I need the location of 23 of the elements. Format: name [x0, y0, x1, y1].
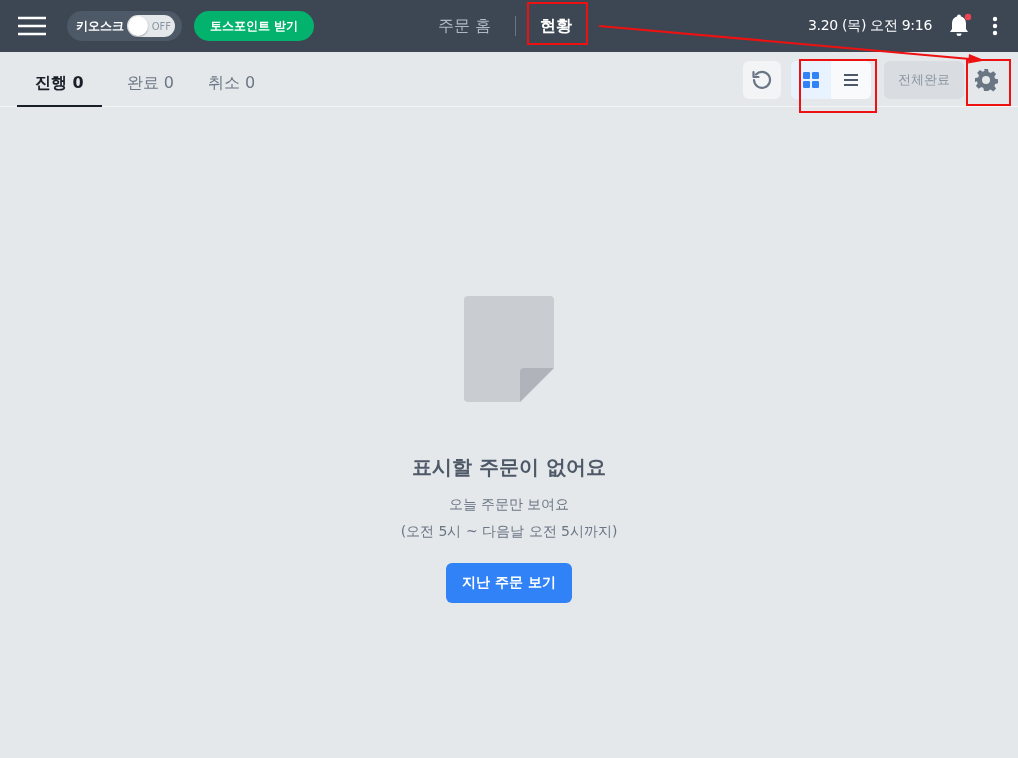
list-icon	[843, 73, 859, 87]
past-orders-button[interactable]: 지난 주문 보기	[446, 563, 572, 603]
toss-points-button[interactable]: 토스포인트 받기	[194, 11, 315, 41]
status-tab[interactable]: 진행 0	[17, 61, 102, 107]
list-view-button[interactable]	[831, 61, 871, 99]
status-tab[interactable]: 완료 0	[117, 61, 183, 107]
empty-description: (오전 5시 ~ 다음날 오전 5시까지)	[400, 522, 618, 541]
settings-icon	[974, 68, 998, 92]
kiosk-toggle[interactable]: 키오스크 OFF	[67, 11, 182, 41]
empty-title: 표시할 주문이 없어요	[412, 454, 606, 481]
refresh-icon	[751, 69, 773, 91]
status-tab[interactable]: 취소 0	[198, 61, 265, 107]
refresh-button[interactable]	[743, 61, 781, 99]
nav-link[interactable]: 주문 홈	[430, 15, 500, 37]
annotation-box	[527, 2, 588, 45]
empty-document-icon	[464, 296, 554, 402]
date-time: 3.20 (목) 오전 9:16	[807, 17, 932, 35]
empty-description: 오늘 주문만 보여요	[448, 495, 570, 514]
nav-link[interactable]: 현황	[532, 15, 581, 37]
menu-icon[interactable]	[18, 16, 46, 36]
grid-view-button[interactable]	[791, 61, 831, 99]
grid-icon	[803, 72, 819, 88]
more-icon[interactable]	[992, 16, 998, 36]
